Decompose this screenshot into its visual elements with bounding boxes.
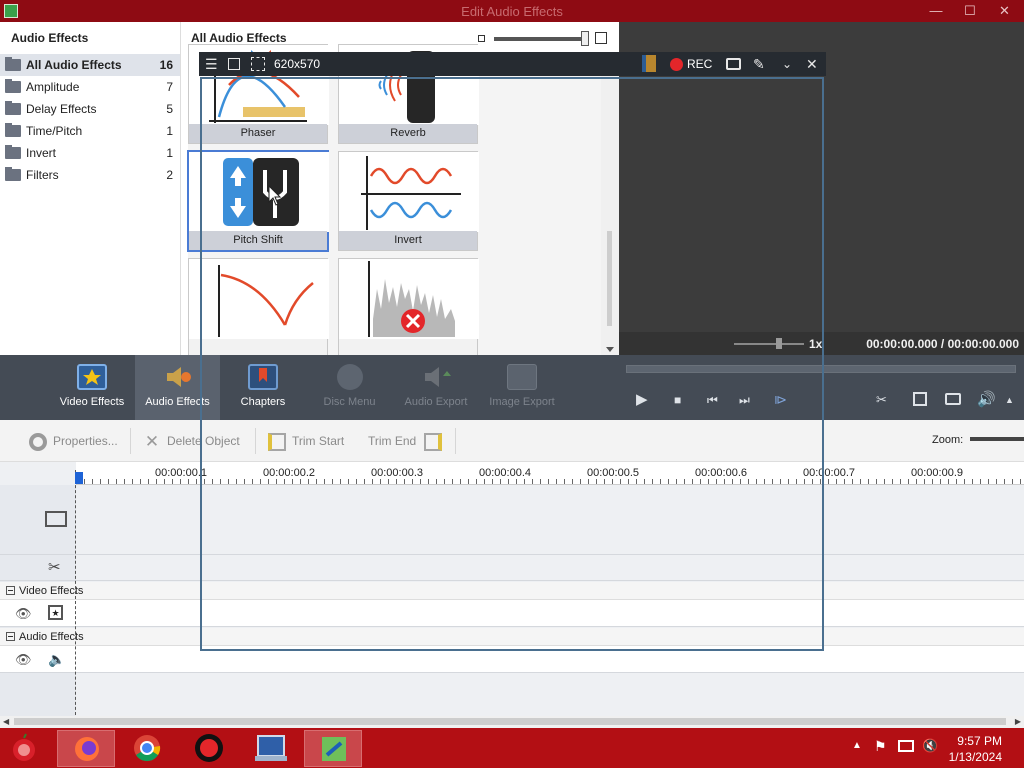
video-effects-icon <box>77 364 107 390</box>
category-count: 7 <box>166 80 173 94</box>
category-delay-effects[interactable]: Delay Effects 5 <box>0 98 180 120</box>
folder-icon <box>5 145 21 159</box>
eye-icon[interactable]: 👁 <box>15 652 32 668</box>
audio-input-icon[interactable] <box>642 55 656 72</box>
small-thumbnails-icon[interactable] <box>478 35 485 42</box>
gear-icon <box>29 432 47 451</box>
category-count: 5 <box>166 102 173 116</box>
category-amplitude[interactable]: Amplitude 7 <box>0 76 180 98</box>
record-icon <box>670 58 683 71</box>
folder-icon <box>5 167 21 181</box>
collapse-icon[interactable] <box>6 632 15 641</box>
system-clock[interactable]: 9:57 PM 1/13/2024 <box>949 733 1002 765</box>
ruler-tick-label: 00:00:00.9 <box>911 467 963 479</box>
taskbar: ▲ ⚑ 🔇 9:57 PM 1/13/2024 <box>0 728 1024 768</box>
network-icon[interactable] <box>898 740 914 752</box>
toolbar-divider <box>130 428 131 454</box>
taskbar-recorder[interactable] <box>180 730 238 767</box>
category-count: 1 <box>166 146 173 160</box>
category-filters[interactable]: Filters 2 <box>0 164 180 186</box>
category-label: Invert <box>26 146 57 160</box>
zoom-label: Zoom: <box>932 434 964 446</box>
menu-icon[interactable]: ☰ <box>205 56 218 72</box>
collapse-icon[interactable] <box>6 586 15 595</box>
film-icon <box>45 511 67 527</box>
category-all-audio-effects[interactable]: All Audio Effects 16 <box>0 54 180 76</box>
properties-label: Properties... <box>53 434 118 448</box>
category-label: All Audio Effects <box>26 58 122 72</box>
playhead-line <box>75 470 76 720</box>
tab-video-effects[interactable]: Video Effects <box>54 355 130 420</box>
taskbar-chrome[interactable] <box>118 730 176 767</box>
thumbnail-size-slider[interactable] <box>494 37 586 41</box>
minimize-button[interactable]: — <box>919 0 953 22</box>
region-icon[interactable] <box>228 58 240 70</box>
audio-effects-icon <box>163 364 193 390</box>
auto-region-icon[interactable] <box>251 57 265 71</box>
scrollbar-thumb[interactable] <box>14 718 1006 725</box>
scissors-icon: ✂ <box>48 559 61 576</box>
tab-label: Video Effects <box>59 396 125 408</box>
category-time-pitch[interactable]: Time/Pitch 1 <box>0 120 180 142</box>
recorder-toolbar: ☰ 620x570 REC ✎ ⌄ ✕ <box>199 52 826 76</box>
category-label: Delay Effects <box>26 102 97 116</box>
region-size: 620x570 <box>274 57 321 71</box>
category-count: 16 <box>159 58 173 72</box>
group-label: Audio Effects <box>19 631 84 643</box>
eye-icon[interactable]: 👁 <box>15 606 32 622</box>
close-button[interactable]: ✕ <box>985 0 1024 22</box>
folder-icon <box>5 101 21 115</box>
category-count: 1 <box>166 124 173 138</box>
category-panel: Audio Effects All Audio Effects 16 Ampli… <box>0 22 181 355</box>
timeline-zoom-slider[interactable] <box>970 437 1024 441</box>
delete-icon: ✕ <box>144 431 160 451</box>
category-invert[interactable]: Invert 1 <box>0 142 180 164</box>
folder-icon <box>5 123 21 137</box>
clock-date: 1/13/2024 <box>948 750 1002 764</box>
large-thumbnails-icon[interactable] <box>595 32 607 44</box>
clock-time: 9:57 PM <box>957 734 1002 748</box>
volume-icon[interactable]: 🔊 <box>977 391 996 409</box>
folder-icon <box>5 57 21 71</box>
rec-button[interactable]: REC <box>687 57 712 71</box>
maximize-button[interactable]: ☐ <box>953 0 987 22</box>
taskbar-video-editor[interactable] <box>304 730 362 767</box>
folder-icon <box>5 79 21 93</box>
snapshot-cut-icon[interactable]: ✂ <box>876 391 887 409</box>
timeline-scrollbar[interactable]: ◀ ▶ <box>0 716 1024 728</box>
scroll-left-icon[interactable]: ◀ <box>3 717 9 726</box>
category-label: Filters <box>26 168 59 182</box>
category-header: Audio Effects <box>11 31 89 45</box>
properties-button[interactable]: Properties... <box>29 420 118 462</box>
flag-icon[interactable]: ⚑ <box>874 738 887 755</box>
close-recorder-icon[interactable]: ✕ <box>806 56 818 72</box>
fullscreen-icon[interactable] <box>913 392 927 406</box>
pen-icon[interactable]: ✎ <box>753 56 765 72</box>
tray-expand-icon[interactable]: ▲ <box>852 740 862 751</box>
recording-region-frame[interactable] <box>200 77 824 651</box>
taskbar-firefox[interactable] <box>57 730 115 767</box>
title-bar: Edit Audio Effects — ☐ ✕ <box>0 0 1024 22</box>
category-label: Time/Pitch <box>26 124 83 138</box>
camera-icon[interactable] <box>945 393 961 405</box>
thumbnail-size-knob[interactable] <box>581 31 589 46</box>
category-count: 2 <box>166 168 173 182</box>
window-title: Edit Audio Effects <box>461 4 563 19</box>
speaker-effect-icon: 🔈 <box>48 651 66 667</box>
collapse-chevron-icon[interactable]: ⌄ <box>782 56 792 72</box>
taskbar-explorer[interactable] <box>242 730 300 767</box>
category-label: Amplitude <box>26 80 80 94</box>
scroll-right-icon[interactable]: ▶ <box>1015 717 1021 726</box>
start-button[interactable] <box>2 730 52 767</box>
screenshot-icon[interactable] <box>726 58 741 70</box>
volume-up-icon[interactable]: ▲ <box>1005 391 1014 409</box>
playhead-handle[interactable] <box>75 472 83 484</box>
star-effect-icon: ★ <box>48 605 63 620</box>
mute-icon[interactable]: 🔇 <box>922 738 938 754</box>
playback-time: 00:00:00.000 / 00:00:00.000 <box>866 337 1019 351</box>
group-label: Video Effects <box>19 585 84 597</box>
